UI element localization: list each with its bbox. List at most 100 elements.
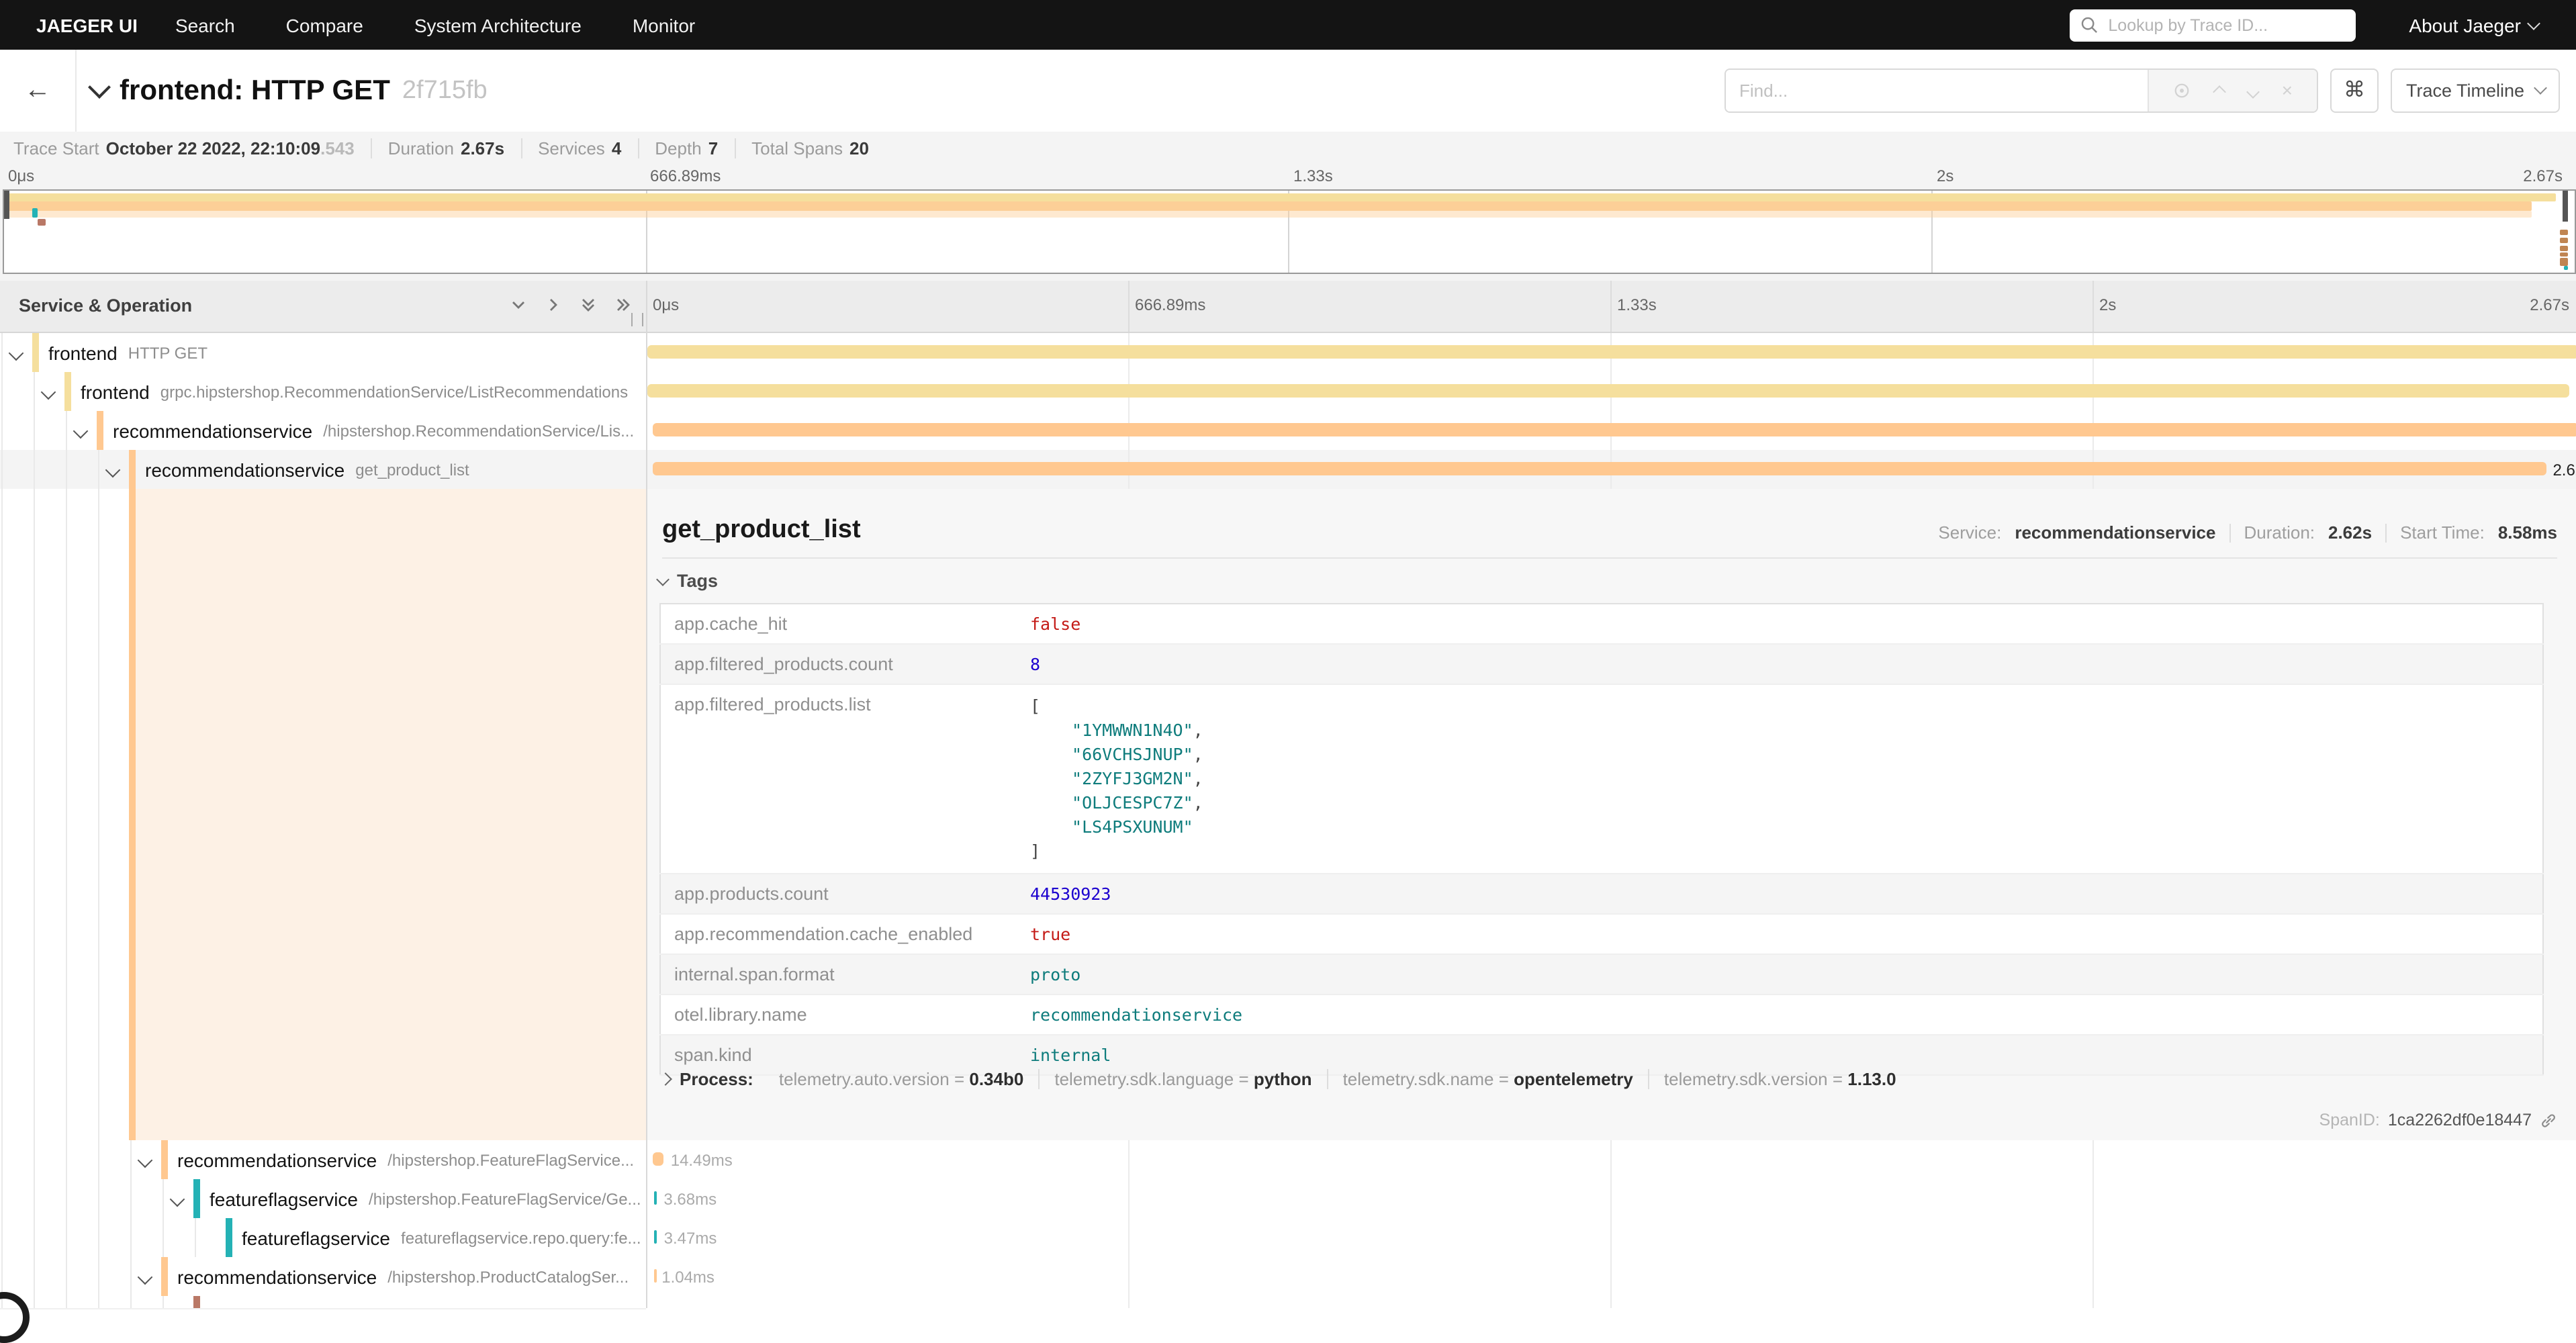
tags-section-toggle[interactable]: Tags [658,571,718,591]
chevron-down-icon[interactable] [73,424,89,439]
span-detail-left-gutter [0,489,646,1140]
span-row-selected[interactable]: recommendationserviceget_product_list 2.… [0,450,2576,489]
chevron-down-icon[interactable] [170,1192,185,1207]
span-detail-panel: get_product_list Service:recommendations… [646,489,2576,1140]
nav-item-compare[interactable]: Compare [286,14,363,36]
tag-row[interactable]: app.filtered_products.list [ "1YMWWN1N4O… [660,684,2543,874]
span-row-partial[interactable] [0,1296,2576,1308]
span-detail-row: get_product_list Service:recommendations… [0,489,2576,1142]
next-match-icon[interactable] [2248,80,2258,100]
trace-minimap: 0μs 666.89ms 1.33s 2s 2.67s [0,164,2576,281]
span-bar[interactable] [653,1269,656,1283]
span-id-value: 1ca2262df0e18447 [2388,1111,2532,1129]
trace-id-short: 2f715fb [402,76,488,105]
span-color-stripe [32,333,39,372]
trace-id-lookup[interactable] [2069,9,2355,41]
app-logo[interactable]: JAEGER UI [36,14,138,36]
nav-item-search[interactable]: Search [175,14,235,36]
span-color-stripe [193,1296,200,1308]
span-row[interactable]: featureflagservice/hipstershop.FeatureFl… [0,1179,2576,1218]
panel-resize-grip[interactable] [631,313,643,326]
process-attr: telemetry.sdk.language = python [1040,1069,1328,1089]
service-operation-header: Service & Operation [19,295,192,316]
tag-row[interactable]: app.recommendation.cache_enabled true [660,914,2543,954]
span-duration-label: 3.68ms [663,1190,717,1209]
span-bar[interactable] [653,1152,664,1166]
span-color-stripe [161,1140,168,1179]
span-row[interactable]: frontendHTTP GET [0,333,2576,372]
span-detail-meta: Service:recommendationservice Duration:2… [1938,522,2557,543]
about-jaeger-menu[interactable]: About Jaeger [2409,14,2538,36]
span-bar[interactable] [647,384,2570,398]
tag-row[interactable]: otel.library.name recommendationservice [660,994,2543,1035]
minimap-left-drag-handle[interactable] [4,191,9,219]
minimap-tick-labels: 0μs 666.89ms 1.33s 2s 2.67s [0,167,2576,189]
chevron-right-icon [659,1072,672,1086]
span-bar[interactable] [655,1230,657,1244]
process-section-toggle[interactable]: Process: telemetry.auto.version = 0.34b0… [661,1069,1911,1089]
span-row[interactable]: recommendationservice/hipstershop.Featur… [0,1140,2576,1179]
span-duration-label: 1.04ms [661,1268,715,1287]
span-color-stripe [129,489,136,1140]
trace-duration-value: 2.67s [461,138,504,158]
minimap-span-bar [38,219,46,226]
tag-row[interactable]: app.cache_hit false [660,604,2543,644]
clear-find-icon[interactable]: × [2282,79,2293,101]
minimap-span-bar [32,208,38,218]
span-color-stripe [161,1257,168,1296]
tag-row[interactable]: internal.span.format proto [660,954,2543,994]
trace-view-selector[interactable]: Trace Timeline [2391,68,2560,112]
link-icon[interactable] [2540,1111,2557,1129]
span-bar[interactable] [647,345,2576,359]
trace-header: ← frontend: HTTP GET 2f715fb × ⌘ Trac [0,50,2576,133]
nav-item-monitor[interactable]: Monitor [633,14,695,36]
span-row[interactable]: frontendgrpc.hipstershop.RecommendationS… [0,372,2576,411]
chevron-down-icon [2533,81,2546,95]
span-color-stripe [97,411,103,450]
chevron-down-icon[interactable] [138,1153,153,1168]
expand-one-icon[interactable] [545,297,561,313]
focus-match-icon[interactable] [2173,81,2191,99]
span-row[interactable]: recommendationservice/hipstershop.Produc… [0,1257,2576,1296]
prev-match-icon[interactable] [2215,80,2224,100]
detail-duration-value: 2.62s [2328,522,2372,543]
span-bar[interactable] [652,423,2576,436]
span-row[interactable]: recommendationservice/hipstershop.Recomm… [0,411,2576,450]
jaeger-trace-page: JAEGER UI Search Compare System Architec… [0,0,2576,1308]
minimap-canvas[interactable] [3,189,2576,274]
minimap-span-bar [7,211,2532,218]
nav-item-system-architecture[interactable]: System Architecture [414,14,582,36]
minimap-span-bar [7,201,2532,211]
minimap-span-bar [2560,230,2568,235]
span-row[interactable]: featureflagservicefeatureflagservice.rep… [0,1218,2576,1257]
keyboard-shortcuts-button[interactable]: ⌘ [2330,68,2379,112]
span-bar[interactable] [654,1191,657,1205]
find-box: × [1724,68,2318,112]
collapse-trace-chevron-icon[interactable] [88,76,111,99]
trace-services-value: 4 [612,138,621,158]
chevron-down-icon[interactable] [9,346,24,361]
span-duration-label: 14.49ms [671,1151,733,1170]
trace-id-lookup-input[interactable] [2105,14,2344,36]
minimap-right-drag-handle[interactable] [2563,191,2568,222]
span-color-stripe [193,1179,200,1218]
chevron-down-icon[interactable] [138,1270,153,1285]
back-button[interactable]: ← [0,50,77,132]
span-detail-title: get_product_list [662,516,861,545]
panel-divider[interactable] [646,281,647,1308]
span-bar[interactable] [653,462,2546,475]
process-attr: telemetry.sdk.version = 1.13.0 [1649,1069,1911,1089]
collapse-one-icon[interactable] [510,297,526,313]
span-color-stripe [129,450,136,489]
search-icon [2080,16,2097,34]
collapse-all-icon[interactable] [580,297,596,313]
trace-title: frontend: HTTP GET [120,75,390,107]
find-input[interactable] [1726,69,2148,111]
expand-all-icon[interactable] [615,297,631,313]
tag-row[interactable]: app.products.count 44530923 [660,874,2543,914]
chevron-down-icon[interactable] [105,463,121,478]
minimap-span-bar [2560,252,2568,257]
tag-row[interactable]: app.filtered_products.count 8 [660,644,2543,684]
detail-service-value: recommendationservice [2015,522,2215,543]
chevron-down-icon[interactable] [41,385,56,400]
